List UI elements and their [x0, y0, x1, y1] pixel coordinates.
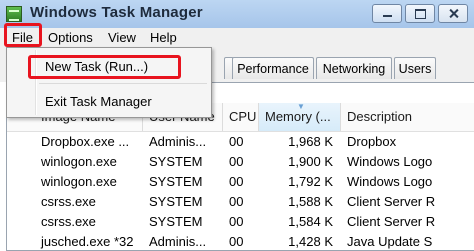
cell-image-name: jusched.exe *32 [41, 234, 134, 249]
cell-cpu: 00 [229, 174, 244, 189]
cell-image-name: csrss.exe [41, 194, 96, 209]
table-row[interactable]: winlogon.exe SYSTEM 00 1,792 K Windows L… [7, 172, 474, 192]
sort-descending-icon: ▼ [297, 103, 305, 111]
tab-networking[interactable]: Networking [316, 57, 392, 79]
cell-user-name: SYSTEM [149, 154, 203, 169]
cell-description: Windows Logo [347, 154, 433, 169]
menu-options[interactable]: Options [48, 30, 93, 45]
cell-memory: 1,792 K [288, 174, 333, 189]
table-row[interactable]: Dropbox.exe ... Adminis... 00 1,968 K Dr… [7, 132, 474, 152]
cell-image-name: winlogon.exe [41, 174, 117, 189]
cell-memory: 1,968 K [288, 134, 333, 149]
table-row[interactable]: winlogon.exe SYSTEM 00 1,900 K Windows L… [7, 152, 474, 172]
cell-memory: 1,900 K [288, 154, 333, 169]
cell-user-name: SYSTEM [149, 214, 203, 229]
maximize-icon[interactable] [405, 4, 435, 23]
cell-description: Dropbox [347, 134, 397, 149]
table-row[interactable]: csrss.exe SYSTEM 00 1,584 K Client Serve… [7, 212, 474, 232]
cell-description: Client Server R [347, 214, 436, 229]
minimize-icon[interactable] [372, 4, 402, 23]
tab-users[interactable]: Users [394, 57, 436, 79]
cell-image-name: csrss.exe [41, 214, 96, 229]
menu-separator [39, 83, 207, 84]
cell-memory: 1,428 K [288, 234, 333, 249]
column-memory[interactable]: ▼ Memory (... [259, 103, 341, 131]
new-task-highlight [28, 55, 181, 79]
column-cpu[interactable]: CPU [223, 103, 259, 131]
cell-user-name: Adminis... [149, 234, 207, 249]
cell-user-name: Adminis... [149, 134, 207, 149]
cell-description: Java Update S [347, 234, 433, 249]
cell-memory: 1,584 K [288, 214, 333, 229]
column-memory-label: Memory (... [265, 109, 331, 124]
cell-cpu: 00 [229, 154, 244, 169]
file-menu-highlight [4, 23, 42, 47]
menu-item-exit[interactable]: Exit Task Manager [45, 94, 152, 109]
task-manager-window: Windows Task Manager File Options View H… [0, 0, 474, 251]
cell-user-name: SYSTEM [149, 194, 203, 209]
tab-performance[interactable]: Performance [232, 57, 314, 79]
cell-cpu: 00 [229, 214, 244, 229]
title-bar[interactable]: Windows Task Manager [0, 0, 474, 28]
cell-cpu: 00 [229, 134, 244, 149]
menu-bar: File Options View Help [0, 28, 474, 49]
cell-description: Windows Logo [347, 174, 433, 189]
cell-description: Client Server R [347, 194, 436, 209]
cell-memory: 1,588 K [288, 194, 333, 209]
cell-image-name: Dropbox.exe ... [41, 134, 130, 149]
close-icon[interactable] [438, 4, 468, 23]
cell-cpu: 00 [229, 234, 244, 249]
task-manager-icon [6, 6, 22, 22]
cell-image-name: winlogon.exe [41, 154, 117, 169]
table-row[interactable]: csrss.exe SYSTEM 00 1,588 K Client Serve… [7, 192, 474, 212]
column-description[interactable]: Description [341, 103, 474, 131]
window-controls [372, 4, 468, 23]
cell-user-name: SYSTEM [149, 174, 203, 189]
cell-cpu: 00 [229, 194, 244, 209]
table-row[interactable]: jusched.exe *32 Adminis... 00 1,428 K Ja… [7, 232, 474, 251]
window-title: Windows Task Manager [30, 4, 203, 21]
menu-view[interactable]: View [108, 30, 136, 45]
menu-help[interactable]: Help [150, 30, 177, 45]
